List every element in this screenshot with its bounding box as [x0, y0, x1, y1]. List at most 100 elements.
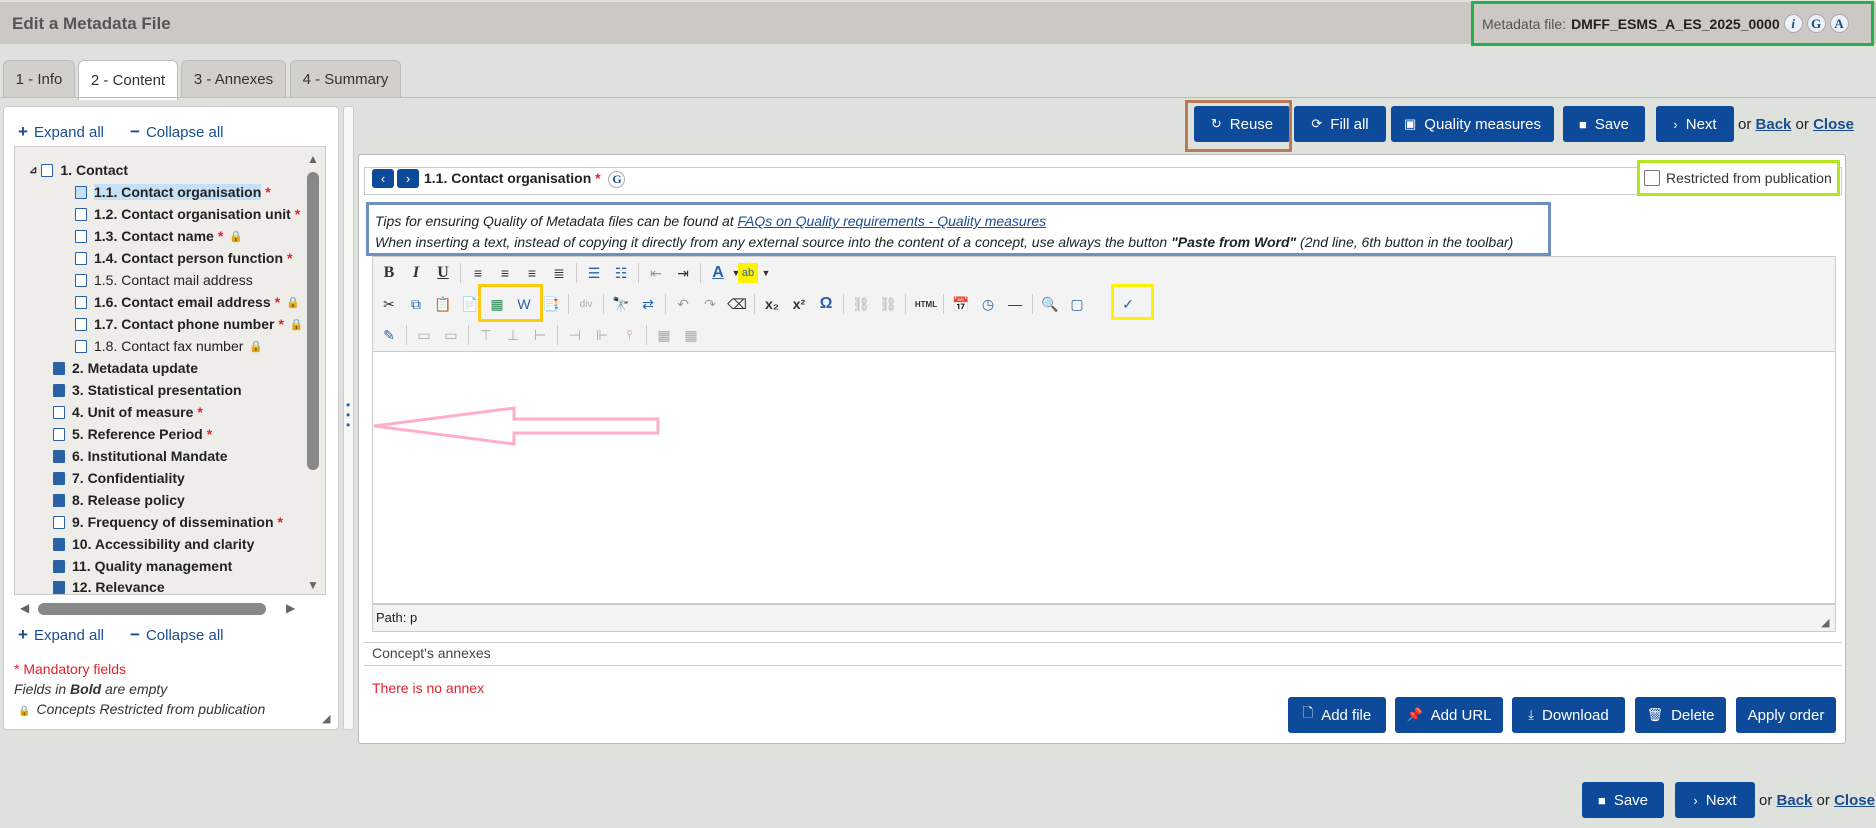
restricted-checkbox-row[interactable]: Restricted from publication: [1637, 160, 1840, 196]
tree-item-1[interactable]: ⊿ 1. Contact: [29, 160, 128, 180]
undo-icon[interactable]: ↶: [673, 294, 693, 314]
add-url-button[interactable]: 📌 Add URL: [1395, 697, 1503, 733]
cell-icon[interactable]: ▦: [654, 325, 674, 345]
tree-item-5[interactable]: 5. Reference Period *: [53, 424, 212, 444]
table-props-icon[interactable]: ▭: [441, 325, 461, 345]
italic-button[interactable]: I: [406, 263, 426, 283]
tree-item-1-3[interactable]: 1.3. Contact name * 🔒: [75, 226, 243, 246]
tree-horizontal-scrollbar[interactable]: [38, 603, 266, 615]
align-center-icon[interactable]: ≡: [495, 263, 515, 283]
html-source-button[interactable]: HTML: [913, 294, 939, 314]
g-icon[interactable]: G: [608, 171, 626, 188]
subscript-button[interactable]: x₂: [762, 294, 782, 314]
indent-icon[interactable]: ⇥: [673, 263, 693, 283]
paste-text-icon[interactable]: 📄: [460, 294, 480, 314]
back-link[interactable]: Back: [1756, 116, 1792, 133]
tree-item-8[interactable]: 8. Release policy: [53, 490, 185, 510]
tree-item-10[interactable]: 10. Accessibility and clarity: [53, 534, 254, 554]
apply-order-button[interactable]: Apply order: [1736, 697, 1836, 733]
scroll-up-arrow[interactable]: ▲: [307, 152, 319, 166]
justify-icon[interactable]: ≣: [549, 263, 569, 283]
tree-item-1-5[interactable]: 1.5. Contact mail address: [75, 270, 253, 290]
tree-item-7[interactable]: 7. Confidentiality: [53, 468, 185, 488]
cut-icon[interactable]: ✂: [379, 294, 399, 314]
numbered-list-icon[interactable]: ☷: [611, 263, 631, 283]
tab-summary[interactable]: 4 - Summary: [290, 60, 401, 98]
table-icon[interactable]: ▭: [414, 325, 434, 345]
scroll-right-arrow[interactable]: ▶: [286, 601, 295, 615]
font-color-button[interactable]: A: [708, 263, 728, 283]
delete-row-icon[interactable]: ⊥: [503, 325, 523, 345]
tab-content[interactable]: 2 - Content: [78, 60, 178, 100]
tab-annexes[interactable]: 3 - Annexes: [181, 60, 286, 98]
paste-icon[interactable]: 📋: [433, 294, 453, 314]
div-icon[interactable]: div: [576, 294, 596, 314]
eraser-icon[interactable]: ⌫: [727, 294, 747, 314]
tree-item-4[interactable]: 4. Unit of measure *: [53, 402, 203, 422]
time-icon[interactable]: ◷: [978, 294, 998, 314]
outdent-icon[interactable]: ⇤: [646, 263, 666, 283]
a-icon[interactable]: A: [1829, 14, 1849, 33]
download-button[interactable]: ⤓ Download: [1512, 697, 1625, 733]
quality-measures-button[interactable]: ▣ Quality measures: [1391, 106, 1554, 142]
copy-icon[interactable]: ⧉: [406, 294, 426, 314]
tree-vertical-scrollbar[interactable]: [307, 172, 319, 470]
tree-item-6[interactable]: 6. Institutional Mandate: [53, 446, 228, 466]
scroll-left-arrow[interactable]: ◀: [20, 601, 29, 615]
save-button-top[interactable]: ■ Save: [1563, 106, 1645, 142]
restricted-checkbox[interactable]: [1644, 170, 1660, 186]
expand-all-link-bottom[interactable]: + Expand all: [18, 625, 104, 645]
close-link[interactable]: Close: [1834, 792, 1875, 809]
superscript-button[interactable]: x²: [789, 294, 809, 314]
g-icon[interactable]: G: [1806, 14, 1826, 33]
delete-col-icon[interactable]: ⊩: [592, 325, 612, 345]
scroll-down-arrow[interactable]: ▼: [307, 578, 319, 592]
align-right-icon[interactable]: ≡: [522, 263, 542, 283]
tree-item-1-6[interactable]: 1.6. Contact email address * 🔒: [75, 292, 300, 312]
back-link[interactable]: Back: [1777, 792, 1813, 809]
merge-row-icon[interactable]: ⊢: [530, 325, 550, 345]
underline-button[interactable]: U: [433, 263, 453, 283]
replace-icon[interactable]: ⇄: [638, 294, 658, 314]
delete-button[interactable]: 🗑 Delete: [1635, 697, 1726, 733]
tab-info[interactable]: 1 - Info: [3, 60, 75, 98]
tree-item-11[interactable]: 11. Quality management: [53, 556, 232, 576]
tree-item-2[interactable]: 2. Metadata update: [53, 358, 198, 378]
tree-item-9[interactable]: 9. Frequency of dissemination *: [53, 512, 283, 532]
splitter-dots-icon[interactable]: • • •: [346, 399, 350, 431]
split-col-icon[interactable]: ⫯: [619, 325, 639, 345]
insert-row-icon[interactable]: ⊤: [476, 325, 496, 345]
redo-icon[interactable]: ↷: [700, 294, 720, 314]
bold-button[interactable]: B: [379, 263, 399, 283]
tree-item-1-1[interactable]: 1.1. Contact organisation *: [75, 182, 271, 202]
edit-template-icon[interactable]: ✎: [379, 325, 399, 345]
next-button-bottom[interactable]: › Next: [1675, 782, 1755, 818]
maximize-icon[interactable]: ▢: [1067, 294, 1087, 314]
dropdown-arrow-icon[interactable]: ▼: [756, 263, 776, 283]
next-concept-button[interactable]: ›: [397, 169, 419, 188]
preview-icon[interactable]: 🔍: [1040, 294, 1060, 314]
align-left-icon[interactable]: ≡: [468, 263, 488, 283]
next-button-top[interactable]: › Next: [1656, 106, 1734, 142]
bullet-list-icon[interactable]: ☰: [584, 263, 604, 283]
tree-item-1-7[interactable]: 1.7. Contact phone number * 🔒: [75, 314, 304, 334]
cell-props-icon[interactable]: ▦: [681, 325, 701, 345]
collapse-all-link-bottom[interactable]: − Collapse all: [130, 625, 223, 645]
resize-handle-icon[interactable]: ◢: [322, 712, 330, 725]
collapse-all-link-top[interactable]: − Collapse all: [130, 122, 223, 142]
rich-text-editor-area[interactable]: [372, 352, 1836, 604]
info-icon[interactable]: i: [1783, 14, 1803, 33]
tree-item-12[interactable]: 12. Relevance: [53, 577, 165, 594]
insert-col-icon[interactable]: ⊣: [565, 325, 585, 345]
prev-concept-button[interactable]: ‹: [372, 169, 394, 188]
tree-item-1-2[interactable]: 1.2. Contact organisation unit *: [75, 204, 300, 224]
tree-item-1-4[interactable]: 1.4. Contact person function *: [75, 248, 292, 268]
editor-resize-handle-icon[interactable]: ◢: [1821, 616, 1829, 629]
save-button-bottom[interactable]: ■ Save: [1582, 782, 1664, 818]
unlink-icon[interactable]: ⛓: [878, 294, 898, 314]
expand-all-link-top[interactable]: + Expand all: [18, 122, 104, 142]
faq-link[interactable]: FAQs on Quality requirements - Quality m…: [738, 213, 1047, 229]
special-char-button[interactable]: Ω: [816, 294, 836, 314]
fill-all-button[interactable]: ⟳ Fill all: [1294, 106, 1386, 142]
highlight-color-icon[interactable]: ab: [738, 263, 758, 283]
